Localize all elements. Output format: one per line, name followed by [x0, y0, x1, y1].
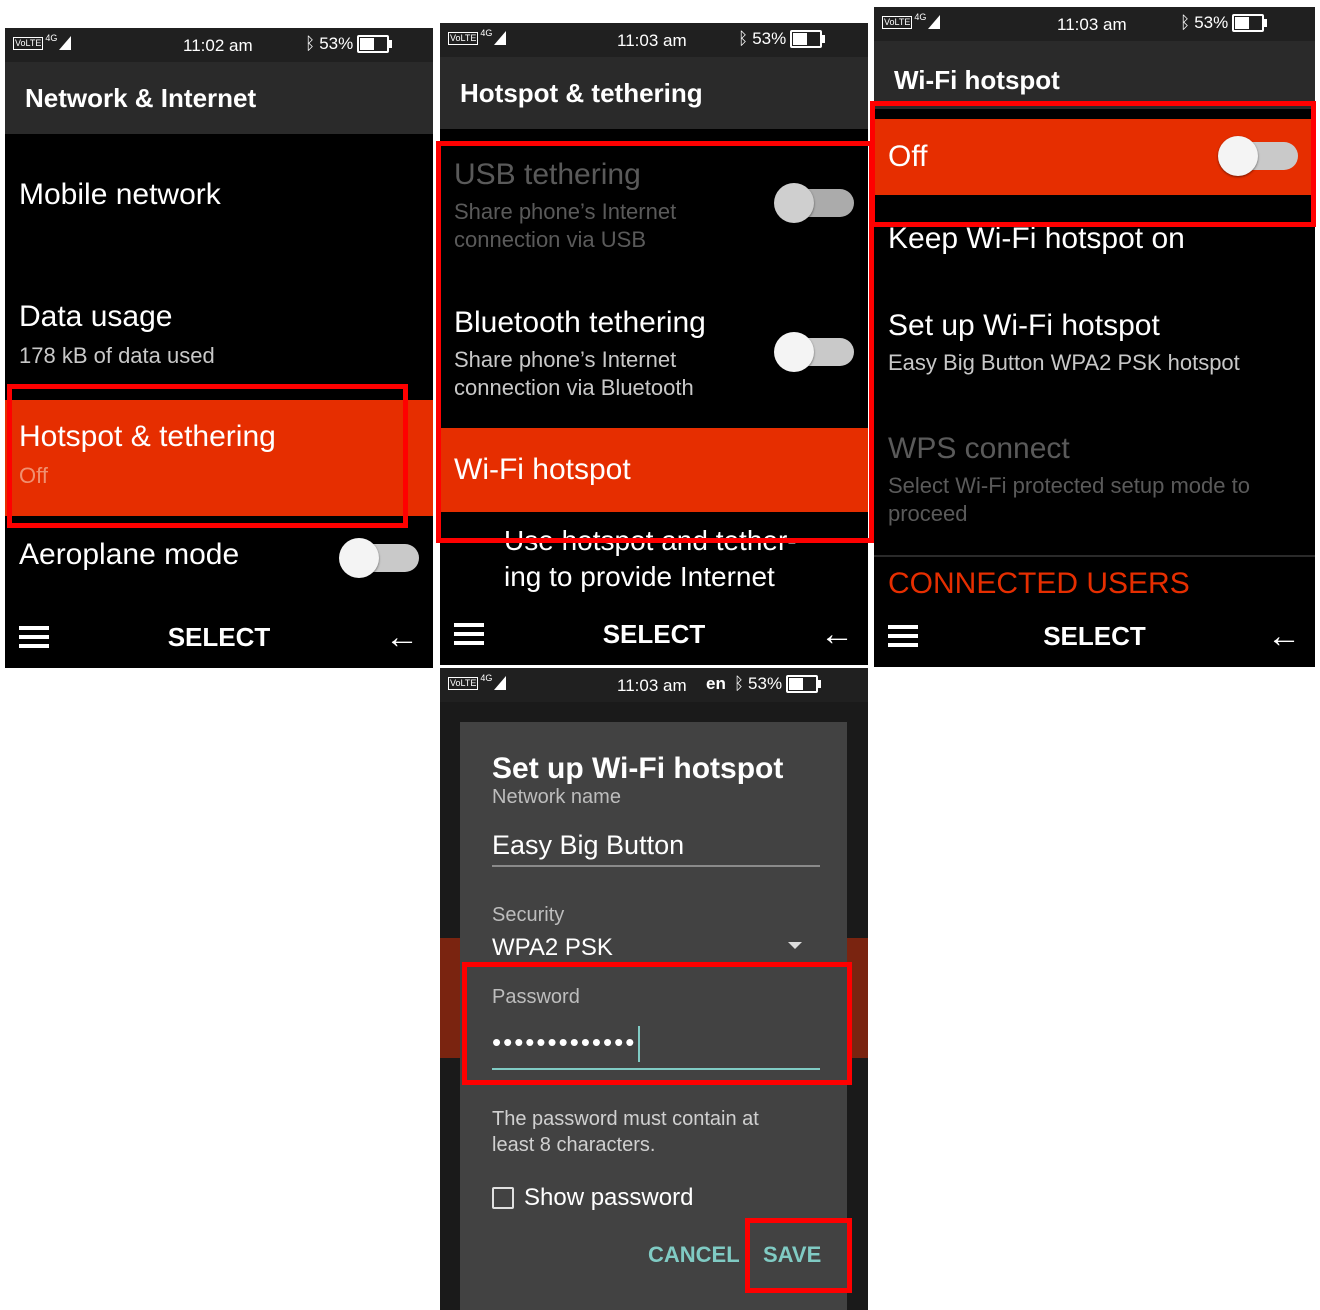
network-name-underline	[492, 865, 820, 867]
clock: 11:03 am	[617, 31, 687, 50]
password-underline	[492, 1068, 820, 1070]
usb-tethering-toggle[interactable]	[774, 183, 854, 223]
save-button[interactable]: SAVE	[763, 1242, 821, 1268]
section-header-connected-users: CONNECTED USERS	[888, 567, 1190, 600]
list-item-keep-hotspot-on[interactable]: Keep Wi-Fi hotspot on	[874, 222, 1315, 256]
list-item-hotspot-tethering[interactable]: Hotspot & tethering Off	[5, 400, 433, 516]
page-title: Network & Internet	[5, 62, 433, 134]
signal-icon	[59, 36, 72, 50]
status-bar: VoLTE 4G 11:03 am ᛒ 53%	[440, 23, 868, 57]
setup-hotspot-dialog: Set up Wi-Fi hotspot Network name Easy B…	[460, 722, 847, 1310]
dialog-title: Set up Wi-Fi hotspot	[492, 752, 784, 785]
password-field[interactable]: •••••••••••••	[492, 1026, 641, 1062]
show-password-row[interactable]: Show password	[492, 1184, 693, 1212]
text-cursor	[638, 1026, 641, 1062]
network-type-icon: 4G	[480, 28, 493, 38]
battery-percent: 53%	[752, 29, 787, 48]
volte-icon: VoLTE	[448, 676, 479, 690]
signal-icon	[494, 676, 507, 690]
password-label: Password	[492, 986, 580, 1008]
screen-setup-wifi-hotspot-dialog: VoLTE 4G 11:03 am en ᛒ 53% Set up Wi-Fi …	[440, 668, 868, 1310]
status-bar: VoLTE 4G 11:02 am ᛒ 53%	[5, 28, 433, 62]
battery-percent: 53%	[319, 34, 354, 53]
list-item-mobile-network[interactable]: Mobile network	[5, 178, 433, 212]
bluetooth-icon: ᛒ	[738, 29, 749, 48]
security-select[interactable]: WPA2 PSK	[492, 934, 613, 962]
list-item-wps-connect[interactable]: WPS connect Select Wi-Fi protected setup…	[874, 432, 1315, 528]
volte-icon: VoLTE	[448, 31, 479, 45]
screen-network-internet: VoLTE 4G 11:02 am ᛒ 53% Network & Intern…	[5, 28, 433, 668]
back-arrow-icon[interactable]: ←	[385, 618, 419, 657]
divider	[874, 555, 1315, 557]
bluetooth-icon: ᛒ	[733, 674, 745, 693]
signal-icon	[494, 31, 507, 45]
checkbox[interactable]	[492, 1187, 514, 1209]
battery-percent: 53%	[748, 674, 783, 693]
volte-icon: VoLTE	[13, 36, 44, 50]
clock: 11:03 am	[1057, 15, 1127, 34]
clock: 11:02 am	[183, 36, 253, 55]
volte-icon: VoLTE	[882, 15, 913, 29]
password-hint: The password must contain at least 8 cha…	[492, 1108, 759, 1156]
network-type-icon: 4G	[480, 673, 493, 683]
page-title: Wi-Fi hotspot	[874, 41, 1315, 109]
list-item-data-usage[interactable]: Data usage 178 kB of data used	[5, 300, 433, 370]
network-name-label: Network name	[492, 786, 621, 808]
page-title: Hotspot & tethering	[440, 57, 868, 129]
cancel-button[interactable]: CANCEL	[648, 1242, 740, 1268]
bottom-softkey-bar: SELECT ←	[874, 607, 1315, 667]
select-softkey[interactable]: SELECT	[5, 622, 433, 653]
list-item-setup-hotspot[interactable]: Set up Wi-Fi hotspot Easy Big Button WPA…	[874, 309, 1315, 377]
signal-icon	[928, 15, 941, 29]
show-password-label: Show password	[524, 1184, 694, 1211]
battery-percent: 53%	[1194, 13, 1229, 32]
clock: 11:03 am	[617, 676, 687, 695]
dropdown-arrow-icon[interactable]	[788, 942, 802, 949]
language-indicator: en	[706, 674, 726, 693]
bluetooth-icon: ᛒ	[1180, 13, 1191, 32]
battery-icon	[790, 30, 826, 48]
footer-description: Use hotspot and tether- ing to provide I…	[504, 525, 797, 592]
select-softkey[interactable]: SELECT	[874, 621, 1315, 652]
aeroplane-toggle[interactable]	[339, 538, 419, 578]
battery-icon	[1232, 14, 1268, 32]
status-bar: VoLTE 4G 11:03 am ᛒ 53%	[874, 7, 1315, 41]
wifi-hotspot-toggle[interactable]	[1218, 136, 1298, 176]
battery-icon	[786, 675, 822, 693]
list-item-wifi-hotspot[interactable]: Wi-Fi hotspot	[440, 428, 868, 512]
bluetooth-icon: ᛒ	[305, 34, 316, 53]
battery-icon	[357, 35, 393, 53]
network-type-icon: 4G	[914, 12, 927, 22]
bottom-softkey-bar: SELECT ←	[440, 605, 868, 665]
back-arrow-icon[interactable]: ←	[1267, 617, 1301, 656]
select-softkey[interactable]: SELECT	[440, 619, 868, 650]
network-name-field[interactable]: Easy Big Button	[492, 830, 684, 861]
security-label: Security	[492, 904, 565, 926]
screen-wifi-hotspot: VoLTE 4G 11:03 am ᛒ 53% Wi-Fi hotspot Of…	[874, 7, 1315, 667]
network-type-icon: 4G	[45, 33, 58, 43]
screen-hotspot-tethering: VoLTE 4G 11:03 am ᛒ 53% Hotspot & tether…	[440, 23, 868, 665]
bluetooth-tethering-toggle[interactable]	[774, 332, 854, 372]
bottom-softkey-bar: SELECT ←	[5, 608, 433, 668]
back-arrow-icon[interactable]: ←	[820, 615, 854, 654]
status-bar: VoLTE 4G 11:03 am en ᛒ 53%	[440, 668, 868, 702]
